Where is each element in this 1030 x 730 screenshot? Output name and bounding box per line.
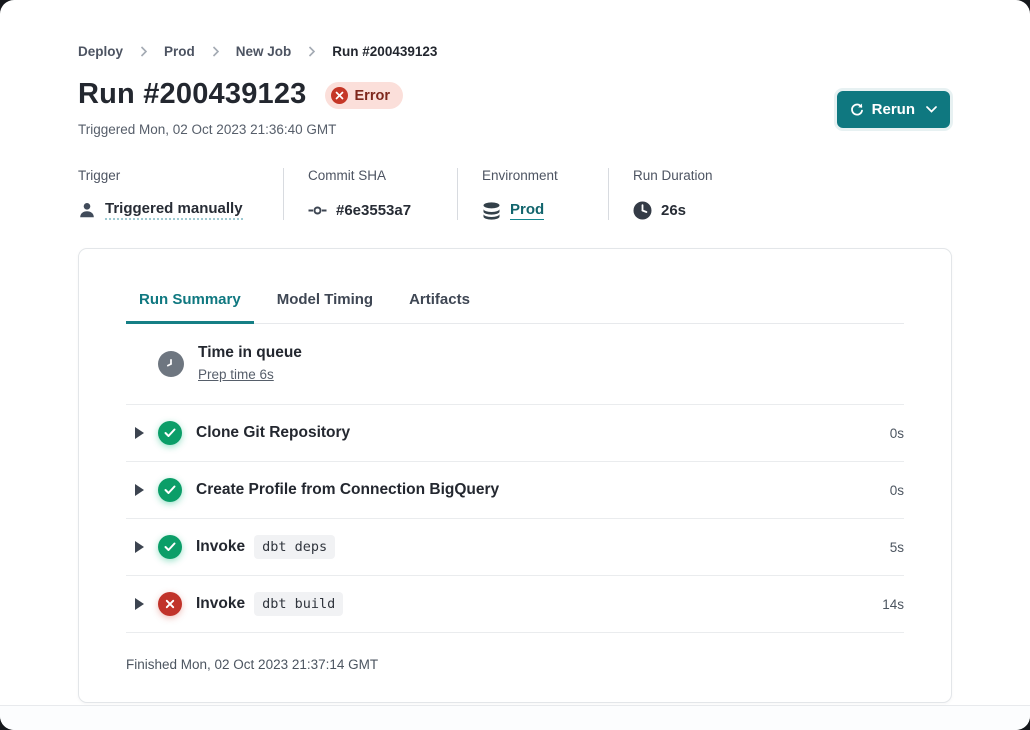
meta-duration-label: Run Duration <box>633 168 713 183</box>
step-row-dbt-build[interactable]: Invoke dbt build 14s <box>126 576 904 633</box>
step-row-create-profile[interactable]: Create Profile from Connection BigQuery … <box>126 462 904 519</box>
step-row-dbt-deps[interactable]: Invoke dbt deps 5s <box>126 519 904 576</box>
step-row-clone-git[interactable]: Clone Git Repository 0s <box>126 405 904 462</box>
bottom-strip <box>0 705 1030 730</box>
triggered-timestamp: Triggered Mon, 02 Oct 2023 21:36:40 GMT <box>78 122 336 137</box>
queue-clock-icon <box>158 351 184 377</box>
refresh-icon <box>849 102 864 117</box>
command-chip: dbt build <box>254 592 343 616</box>
meta-commit: Commit SHA #6e3553a7 <box>308 168 433 220</box>
page-title: Run #200439123 <box>78 78 307 111</box>
clock-icon <box>633 201 652 220</box>
error-circle-icon <box>331 87 348 104</box>
success-check-icon <box>158 478 182 502</box>
breadcrumb-deploy[interactable]: Deploy <box>78 44 123 59</box>
rerun-button-label: Rerun <box>872 101 915 118</box>
tab-run-summary[interactable]: Run Summary <box>126 291 254 324</box>
divider <box>283 168 284 220</box>
command-chip: dbt deps <box>254 535 335 559</box>
step-duration: 0s <box>890 426 904 441</box>
user-icon <box>78 201 96 219</box>
tab-artifacts[interactable]: Artifacts <box>396 291 483 324</box>
chevron-right-icon <box>212 46 219 57</box>
expand-caret-icon[interactable] <box>135 541 144 553</box>
step-title: Create Profile from Connection BigQuery <box>196 481 499 499</box>
success-check-icon <box>158 421 182 445</box>
environment-value-link[interactable]: Prod <box>510 201 544 220</box>
step-duration: 0s <box>890 483 904 498</box>
status-badge: Error <box>325 82 403 109</box>
trigger-value-link[interactable]: Triggered manually <box>105 200 243 220</box>
breadcrumb-new-job[interactable]: New Job <box>236 44 292 59</box>
run-metadata: Trigger Triggered manually Commit SHA #6… <box>78 168 713 220</box>
run-summary-card: Run Summary Model Timing Artifacts Time … <box>78 248 952 703</box>
finished-timestamp: Finished Mon, 02 Oct 2023 21:37:14 GMT <box>126 633 904 672</box>
step-row-time-in-queue: Time in queue Prep time 6s <box>126 324 904 405</box>
meta-trigger-label: Trigger <box>78 168 259 183</box>
step-title: Invoke dbt build <box>196 592 343 616</box>
meta-duration: Run Duration 26s <box>633 168 713 220</box>
expand-caret-icon[interactable] <box>135 598 144 610</box>
chevron-right-icon <box>140 46 147 57</box>
breadcrumb-current-run: Run #200439123 <box>332 44 437 59</box>
chevron-right-icon <box>308 46 315 57</box>
expand-caret-icon[interactable] <box>135 484 144 496</box>
meta-commit-label: Commit SHA <box>308 168 433 183</box>
divider <box>457 168 458 220</box>
rerun-button[interactable]: Rerun <box>837 91 950 128</box>
step-title: Time in queue <box>198 344 302 362</box>
title-row: Run #200439123 Error <box>78 78 952 111</box>
breadcrumb: Deploy Prod New Job Run #200439123 <box>78 44 437 59</box>
meta-trigger: Trigger Triggered manually <box>78 168 259 220</box>
step-duration: 5s <box>890 540 904 555</box>
run-detail-page: Deploy Prod New Job Run #200439123 Run #… <box>0 0 1030 730</box>
divider <box>608 168 609 220</box>
prep-time-link[interactable]: Prep time 6s <box>198 367 274 382</box>
chevron-down-icon <box>926 106 937 113</box>
step-title: Clone Git Repository <box>196 424 350 442</box>
run-duration-value: 26s <box>661 202 686 219</box>
expand-caret-icon[interactable] <box>135 427 144 439</box>
tab-model-timing[interactable]: Model Timing <box>264 291 386 324</box>
step-title: Invoke dbt deps <box>196 535 335 559</box>
breadcrumb-prod[interactable]: Prod <box>164 44 195 59</box>
error-x-icon <box>158 592 182 616</box>
meta-environment: Environment Prod <box>482 168 584 220</box>
status-badge-label: Error <box>355 88 390 104</box>
database-icon <box>482 202 501 220</box>
commit-sha-value: #6e3553a7 <box>336 202 411 219</box>
step-duration: 14s <box>882 597 904 612</box>
success-check-icon <box>158 535 182 559</box>
meta-environment-label: Environment <box>482 168 584 183</box>
tabs: Run Summary Model Timing Artifacts <box>126 291 904 324</box>
git-commit-icon <box>308 201 327 220</box>
